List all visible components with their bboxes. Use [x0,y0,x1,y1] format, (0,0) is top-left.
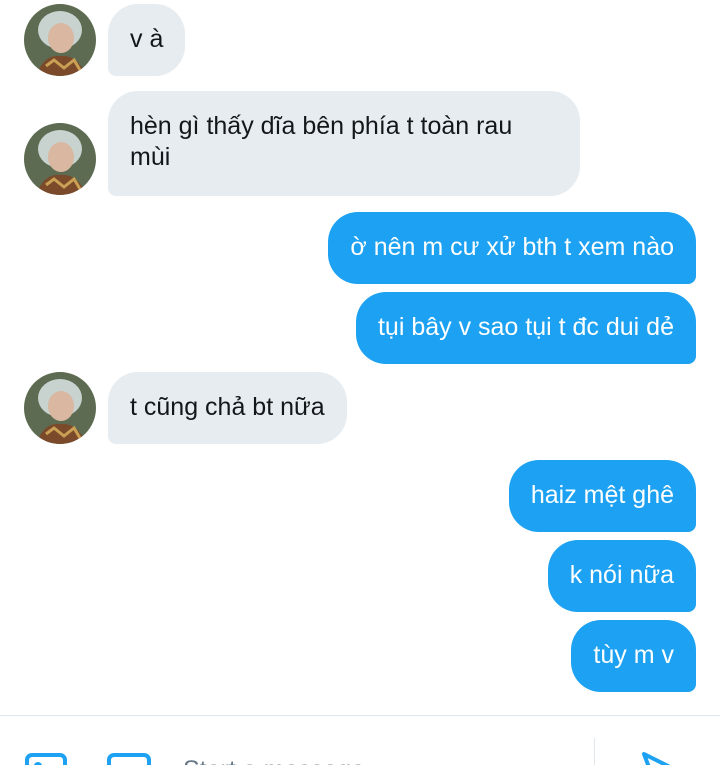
outgoing-message-bubble[interactable]: tùy m v [571,620,696,692]
outgoing-message-bubble[interactable]: haiz mệt ghê [508,460,696,532]
outgoing-message-bubble[interactable]: ờ nên m cư xử bth t xem nào [328,212,696,284]
message-text: t cũng chả bt nữa [130,393,325,421]
incoming-message-bubble[interactable]: t cũng chả bt nữa [108,372,347,444]
message-text-line: mùi [130,143,171,171]
message-text: tùy m v [593,641,674,669]
incoming-message-bubble[interactable]: hèn gì thấy dĩa bên phía t toàn rau mùi [108,91,580,196]
dm-conversation-screen: v à hèn gì thấy dĩa bên phía t toàn rau … [0,0,720,765]
message-text-line: hèn gì thấy dĩa bên phía t toàn rau [130,112,513,140]
outgoing-message-bubble[interactable]: k nói nữa [547,540,696,612]
composer-divider [594,738,595,765]
incoming-message-bubble[interactable]: v à [108,4,186,76]
message-input[interactable]: Start a message [183,756,365,765]
avatar[interactable] [24,372,96,444]
message-composer: Start a message [0,715,720,765]
message-text: k nói nữa [569,561,674,589]
message-text: v à [130,25,164,53]
send-icon[interactable] [640,750,680,765]
message-text: ờ nên m cư xử bth t xem nào [350,233,674,261]
avatar[interactable] [24,4,96,76]
outgoing-message-bubble[interactable]: tụi bây v sao tụi t đc dui dẻ [355,292,696,364]
message-text: haiz mệt ghê [530,481,674,509]
message-text: tụi bây v sao tụi t đc dui dẻ [377,313,674,341]
image-icon[interactable] [24,752,68,765]
gif-icon[interactable] [106,752,152,765]
avatar[interactable] [24,123,96,195]
